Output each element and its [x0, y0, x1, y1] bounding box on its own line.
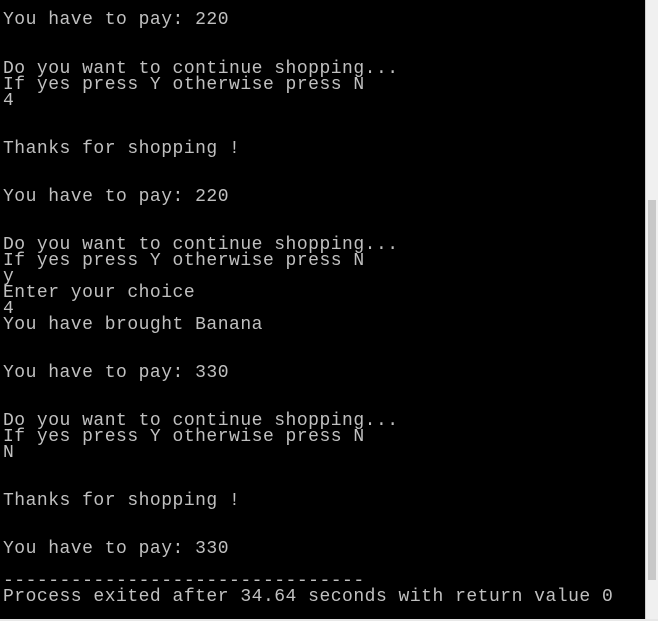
console-line: You have to pay: 220: [3, 187, 230, 207]
console-line: Thanks for shopping !: [3, 491, 241, 511]
console-line: You have to pay: 330: [3, 363, 230, 383]
console-output[interactable]: You have to pay: 220 Do you want to cont…: [0, 0, 646, 621]
console-line: Thanks for shopping !: [3, 139, 241, 159]
console-line: If yes press Y otherwise press N: [3, 251, 365, 271]
console-line: You have to pay: 220: [3, 10, 230, 30]
console-line: If yes press Y otherwise press N: [3, 427, 365, 447]
process-exit-message: Process exited after 34.64 seconds with …: [3, 587, 614, 607]
console-line: You have brought Banana: [3, 315, 263, 335]
console-line: 4: [3, 91, 15, 111]
console-line: You have to pay: 330: [3, 539, 230, 559]
console-line: N: [3, 443, 15, 463]
vertical-scrollbar[interactable]: [645, 0, 658, 621]
console-line: If yes press Y otherwise press N: [3, 75, 365, 95]
scrollbar-thumb[interactable]: [648, 200, 656, 580]
console-line: Enter your choice: [3, 283, 196, 303]
